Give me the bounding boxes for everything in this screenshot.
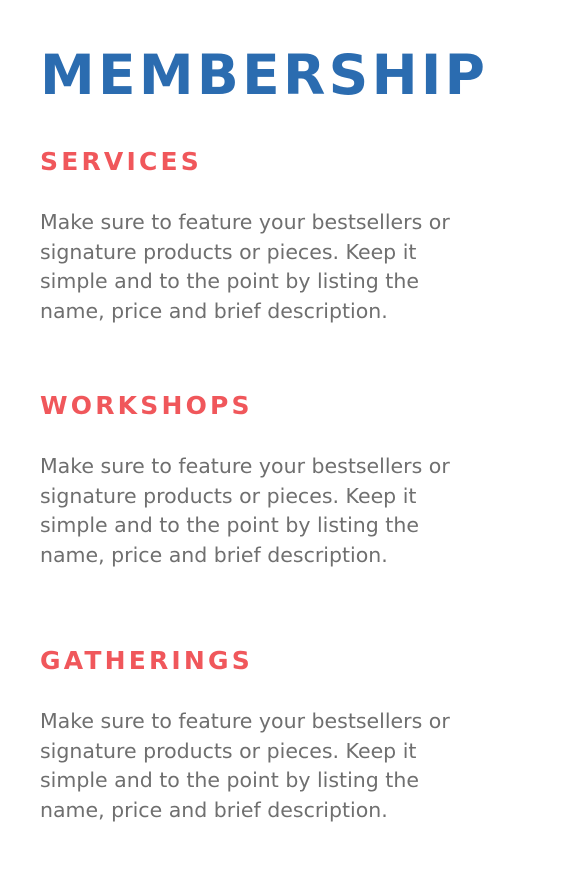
section-description: Make sure to feature your bestsellers or… (40, 452, 510, 570)
section-description: Make sure to feature your bestsellers or… (40, 208, 510, 326)
description-line: name, price and brief description. (40, 542, 388, 567)
page-title: MEMBERSHIP (40, 43, 489, 107)
description-line: simple and to the point by listing the (40, 269, 419, 293)
description-line: signature products or pieces. Keep it (40, 239, 417, 264)
description-line: signature products or pieces. Keep it (40, 483, 417, 508)
section-heading: SERVICES (40, 147, 203, 176)
section-services: SERVICES Make sure to feature your bests… (40, 147, 560, 326)
section-gatherings: GATHERINGS Make sure to feature your bes… (40, 646, 560, 825)
description-line: Make sure to feature your bestsellers or (40, 210, 450, 234)
section-heading: WORKSHOPS (40, 391, 253, 420)
description-line: Make sure to feature your bestsellers or (40, 454, 450, 478)
description-line: name, price and brief description. (40, 797, 388, 822)
description-line: name, price and brief description. (40, 298, 388, 323)
description-line: signature products or pieces. Keep it (40, 738, 417, 763)
section-heading: GATHERINGS (40, 646, 253, 675)
description-line: simple and to the point by listing the (40, 768, 419, 792)
description-line: Make sure to feature your bestsellers or (40, 709, 450, 733)
section-workshops: WORKSHOPS Make sure to feature your best… (40, 391, 560, 570)
description-line: simple and to the point by listing the (40, 513, 419, 537)
section-description: Make sure to feature your bestsellers or… (40, 707, 510, 825)
